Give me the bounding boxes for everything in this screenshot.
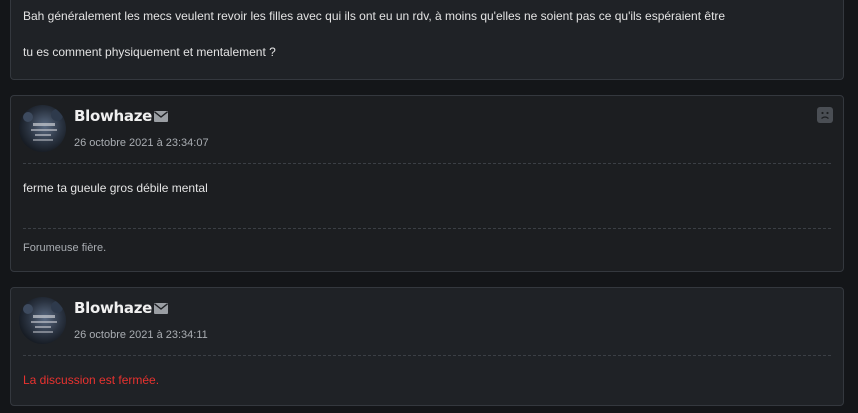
previous-post: Bah généralement les mecs veulent revoir… [10, 0, 844, 80]
forum-post: Blowhaze 26 octobre 2021 à 23:34:07 ferm… [10, 95, 844, 272]
post-body-line: tu es comment physiquement et mentalemen… [23, 45, 276, 59]
post-date[interactable]: 26 octobre 2021 à 23:34:11 [74, 329, 208, 341]
forum-post: Blowhaze 26 octobre 2021 à 23:34:11 La d… [10, 287, 844, 406]
post-separator [23, 163, 831, 164]
sad-face-icon[interactable] [817, 107, 833, 123]
signature-separator [23, 228, 831, 229]
discussion-closed-notice: La discussion est fermée. [23, 373, 160, 387]
avatar[interactable] [19, 297, 66, 344]
post-body-line: Bah généralement les mecs veulent revoir… [23, 9, 726, 23]
post-body: ferme ta gueule gros débile mental [23, 181, 208, 195]
envelope-icon[interactable] [154, 111, 168, 122]
envelope-icon[interactable] [154, 303, 168, 314]
post-date[interactable]: 26 octobre 2021 à 23:34:07 [74, 137, 209, 149]
avatar[interactable] [19, 105, 66, 152]
author-name[interactable]: Blowhaze [74, 107, 152, 125]
signature: Forumeuse fière. [23, 242, 107, 254]
post-separator [23, 355, 831, 356]
author-name[interactable]: Blowhaze [74, 299, 152, 317]
